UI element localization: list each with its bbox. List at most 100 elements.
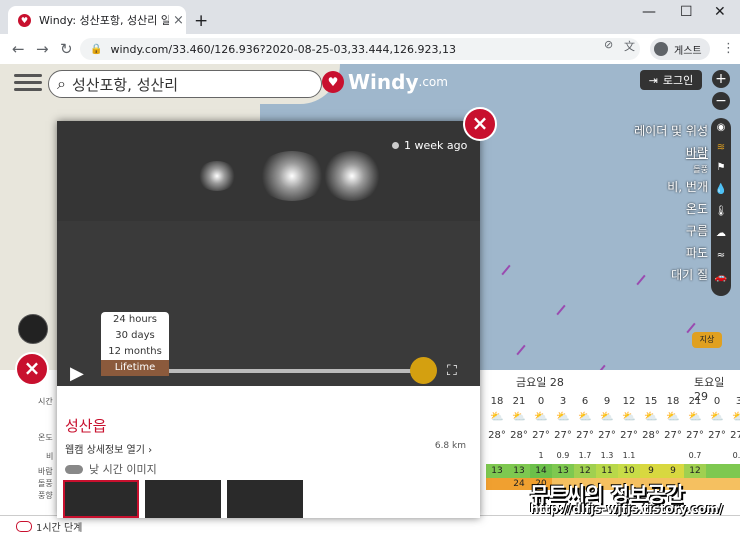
webcam-age: 1 week ago [392,139,467,152]
layer-radar[interactable]: 레이더 및 위성 [600,120,708,142]
forecast-wind: 12 [684,464,706,478]
webcam-thumbnail-icon[interactable] [18,314,48,344]
forecast-wind: 11 [596,464,618,478]
range-lifetime[interactable]: Lifetime [101,360,169,376]
webcam-image[interactable]: 1 week ago ▶ ⛶ 24 hours 30 days 12 month… [57,121,480,386]
menu-hamburger-icon[interactable] [14,70,42,94]
fullscreen-icon[interactable]: ⛶ [447,363,457,379]
logo-text: Windy [348,70,419,94]
row-label-temp: 온도 [38,433,53,442]
menu-dots-icon[interactable]: ⋮ [722,41,735,56]
cloud-rain-icon: ⛅ [490,410,504,423]
forecast-temp: 27° [576,430,594,441]
layer-clouds[interactable]: 구름 [600,220,708,242]
range-30-days[interactable]: 30 days [101,328,169,344]
lock-icon: 🔒 [90,43,103,55]
cloud-rain-icon: ⛅ [644,410,658,423]
forecast-temp: 27° [730,430,740,441]
cloud-icon[interactable]: ☁ [711,228,731,239]
webcam-distance: 6.8 km [434,441,466,451]
drop-icon[interactable]: 💧 [711,184,731,195]
forecast-hour: 18 [666,396,680,407]
wind-icon[interactable]: ≋ [711,142,731,153]
webcam-detail-link[interactable]: 웹캠 상세정보 열기 › [65,441,152,456]
site-blocked-icon[interactable]: ⊘ [604,38,613,51]
thermometer-icon[interactable]: 🌡 [711,206,731,217]
zoom-in-button[interactable]: + [712,70,730,88]
daylight-toggle[interactable] [65,464,83,474]
forecast-gust [706,478,728,490]
forecast-temp: 27° [686,430,704,441]
forecast-hour: 15 [644,396,658,407]
close-window-icon[interactable]: ✕ [714,4,726,20]
forecast-hour: 0 [713,396,721,407]
range-24-hours[interactable]: 24 hours [101,312,169,328]
forecast-day: 금요일 28 [516,376,564,389]
login-button[interactable]: ⇥ 로그인 [640,70,702,90]
forecast-wind: 13 [508,464,530,478]
bottom-bar: 1시간 단계 [0,515,740,536]
popup-close-icon[interactable]: × [463,107,497,141]
forecast-wind: 9 [640,464,662,478]
forecast-hour: 18 [490,396,504,407]
url-text: windy.com/33.460/126.936?2020-08-25-03,3… [110,42,456,56]
layer-waves[interactable]: 파도 [600,242,708,264]
forecast-rain: 0.7 [688,451,702,460]
globe-icon[interactable]: ◉ [711,122,731,133]
forecast-temp: 28° [642,430,660,441]
watermark-url: http://dlfjs-wjfjs.tistory.com/ [530,502,723,516]
close-icon[interactable]: × [15,352,49,386]
webcam-thumbnail[interactable] [227,480,303,518]
minimize-icon[interactable]: — [642,4,656,20]
reload-icon[interactable]: ↻ [60,40,73,58]
cam-light [197,161,237,191]
search-box[interactable]: ⌕ 성산포항, 성산리 [48,70,322,98]
browser-tab[interactable]: ♥ Windy: 성산포항, 성산리 일기 예보 × [8,6,186,34]
forecast-hour: 21 [512,396,526,407]
forecast-rain: 0.4 [732,451,740,460]
range-12-months[interactable]: 12 months [101,344,169,360]
browser-chrome: ♥ Windy: 성산포항, 성산리 일기 예보 × + — ☐ ✕ ← → ↻… [0,0,740,64]
layer-icon-rail: ◉ ≋ ⚑ 💧 🌡 ☁ ≈ 🚗 [711,118,731,296]
car-icon[interactable]: 🚗 [711,272,731,283]
layer-gust[interactable]: 돌풍 [600,164,708,176]
row-label-wind: 바람 [38,467,53,476]
profile-button[interactable]: 게스트 [650,38,710,60]
row-label-direction: 풍향 [38,491,53,500]
windy-logo[interactable]: ♥ Windy .com [322,70,448,94]
webcam-thumbnail[interactable] [63,480,139,518]
layer-temp[interactable]: 온도 [600,198,708,220]
step-toggle[interactable] [16,521,32,532]
timeline-knob[interactable] [410,357,437,384]
layer-rain[interactable]: 비, 번개 [600,176,708,198]
wave-icon[interactable]: ≈ [711,250,731,261]
play-icon[interactable]: ▶ [70,363,84,384]
forecast-rain: 1 [538,451,544,460]
translate-icon[interactable]: 文 [624,38,635,54]
webcam-thumbnail[interactable] [145,480,221,518]
forecast-temp: 28° [488,430,506,441]
forecast-hour: 9 [603,396,611,407]
maximize-icon[interactable]: ☐ [680,4,693,20]
layer-wind[interactable]: 바람 [600,142,708,164]
zoom-out-button[interactable]: − [712,92,730,110]
back-icon[interactable]: ← [12,40,25,58]
forecast-hour: 12 [622,396,636,407]
forward-icon[interactable]: → [36,40,49,58]
login-label: 로그인 [662,74,694,87]
new-tab-button[interactable]: + [194,11,208,31]
search-input[interactable]: 성산포항, 성산리 [72,74,178,95]
cloud-rain-icon: ⛅ [578,410,592,423]
tab-close-icon[interactable]: × [173,13,184,28]
flag-icon[interactable]: ⚑ [711,162,731,173]
daylight-toggle-row[interactable]: 낮 시간 이미지 [65,461,157,477]
range-menu: 24 hours 30 days 12 months Lifetime [101,312,169,376]
cloud-rain-icon: ⛅ [556,410,570,423]
layer-air-quality[interactable]: 대기 질 [600,264,708,286]
address-bar[interactable]: 🔒 windy.com/33.460/126.936?2020-08-25-03… [80,38,640,60]
ground-level-badge[interactable]: 지상 [692,332,722,348]
forecast-hour: 6 [581,396,589,407]
rain-marker [516,344,526,356]
forecast-wind: 13 [552,464,574,478]
forecast-hour: 21 [688,396,702,407]
